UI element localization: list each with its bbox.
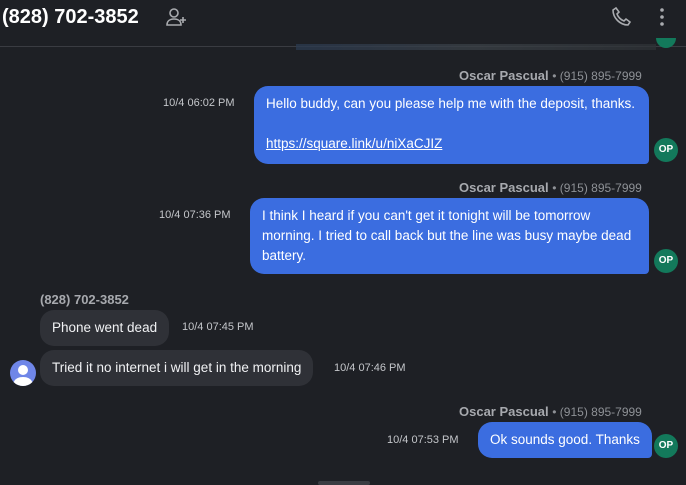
message-sender: Oscar Pascual (915) 895-7999 — [459, 68, 642, 83]
sender-name: Oscar Pascual — [459, 404, 549, 419]
add-person-icon[interactable] — [164, 5, 188, 29]
outgoing-message-bubble[interactable]: I think I heard if you can't get it toni… — [250, 198, 649, 274]
message-text: Phone went dead — [52, 320, 158, 335]
message-timestamp: 10/4 07:53 PM — [387, 434, 459, 446]
message-timestamp: 10/4 06:02 PM — [163, 97, 235, 109]
message-sender: Oscar Pascual (915) 895-7999 — [459, 404, 642, 419]
message-text: Ok sounds good. Thanks — [490, 432, 640, 447]
outgoing-message-bubble[interactable]: Hello buddy, can you please help me with… — [254, 86, 649, 164]
more-vertical-icon[interactable] — [650, 5, 674, 29]
message-text: Tried it no internet i will get in the m… — [52, 360, 302, 375]
incoming-message-bubble[interactable]: Phone went dead — [40, 310, 170, 346]
message-timestamp: 10/4 07:36 PM — [159, 209, 231, 221]
message-link[interactable]: https://square.link/u/niXaCJIZ — [266, 134, 442, 154]
message-sender: Oscar Pascual (915) 895-7999 — [459, 180, 642, 195]
incoming-sender-name: (828) 702-3852 — [40, 292, 129, 307]
conversation-title: (828) 702-3852 — [2, 6, 139, 28]
phone-icon[interactable] — [610, 5, 634, 29]
conversation-header: (828) 702-3852 — [0, 0, 686, 47]
outgoing-message-bubble[interactable]: Ok sounds good. Thanks — [478, 422, 652, 458]
message-text: Hello buddy, can you please help me with… — [266, 96, 635, 111]
message-text: I think I heard if you can't get it toni… — [262, 208, 632, 263]
sender-name: Oscar Pascual — [459, 180, 549, 195]
message-timestamp: 10/4 07:46 PM — [334, 362, 406, 374]
scroll-indicator — [318, 481, 370, 485]
message-timestamp: 10/4 07:45 PM — [182, 321, 254, 333]
sender-name: Oscar Pascual — [459, 68, 549, 83]
avatar: OP — [654, 434, 678, 458]
sender-phone: (915) 895-7999 — [552, 69, 642, 83]
previous-message-edge — [296, 44, 656, 50]
avatar: OP — [654, 249, 678, 273]
incoming-message-bubble[interactable]: Tried it no internet i will get in the m… — [40, 350, 314, 386]
sender-phone: (915) 895-7999 — [552, 181, 642, 195]
avatar: OP — [654, 138, 678, 162]
sender-phone: (915) 895-7999 — [552, 405, 642, 419]
user-avatar — [10, 360, 36, 386]
